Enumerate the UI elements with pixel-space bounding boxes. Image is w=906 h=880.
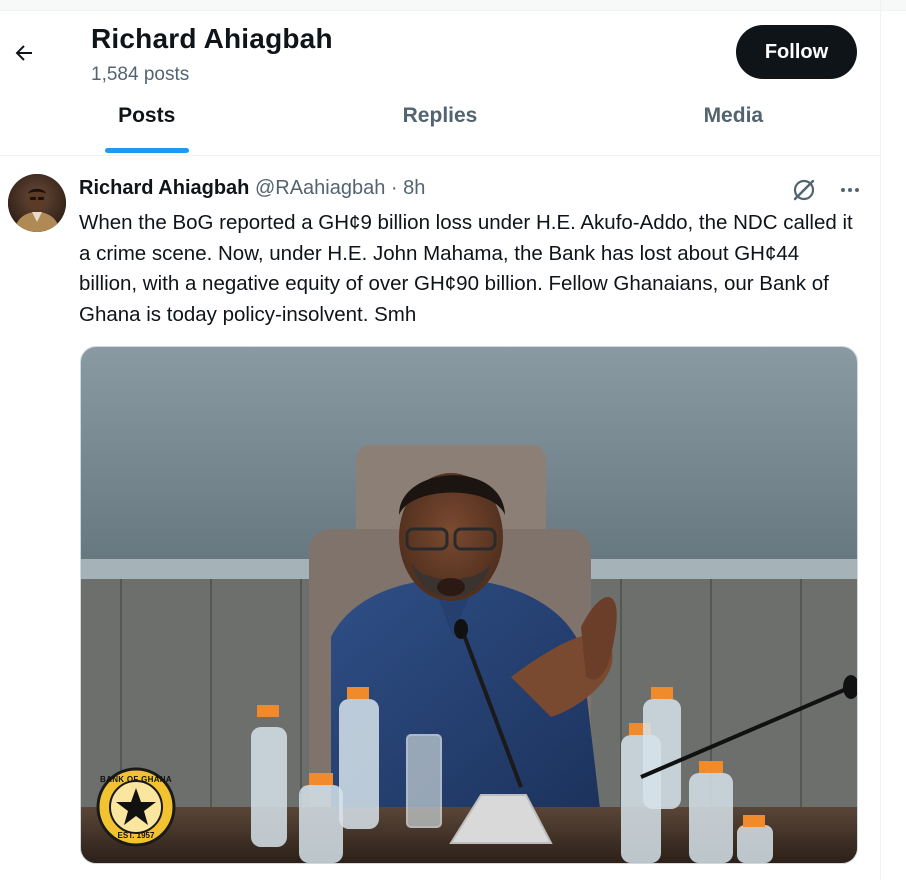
logo-text-top: BANK OF GHANA — [100, 775, 172, 784]
tab-media-label: Media — [703, 104, 764, 127]
author-name[interactable]: Richard Ahiagbah — [79, 177, 249, 199]
grok-button[interactable] — [790, 176, 818, 204]
follow-button[interactable]: Follow — [736, 25, 857, 79]
tab-posts[interactable]: Posts — [0, 91, 293, 155]
avatar-image — [8, 174, 66, 232]
more-icon — [841, 188, 859, 192]
author-handle[interactable]: @RAahiagbah — [255, 177, 385, 199]
post-header: Richard Ahiagbah @RAahiagbah · 8h — [79, 177, 425, 200]
post-time[interactable]: 8h — [403, 177, 425, 199]
post-photo — [81, 347, 857, 863]
post-actions — [790, 176, 864, 204]
meta-separator: · — [390, 177, 398, 199]
tab-replies-label: Replies — [402, 104, 478, 127]
profile-tabs: Posts Replies Media — [0, 91, 880, 155]
more-button[interactable] — [836, 176, 864, 204]
post-count: 1,584 posts — [91, 64, 190, 85]
profile-column: Richard Ahiagbah 1,584 posts Follow Post… — [0, 0, 881, 880]
post-text: When the BoG reported a GH¢9 billion los… — [79, 211, 853, 326]
tab-media[interactable]: Media — [587, 91, 880, 155]
profile-header: Richard Ahiagbah 1,584 posts Follow Post… — [0, 11, 880, 156]
arrow-left-icon — [15, 45, 32, 61]
tab-posts-label: Posts — [118, 104, 176, 127]
post-media[interactable]: BANK OF GHANA EST. 1957 — [80, 346, 858, 864]
post[interactable]: Richard Ahiagbah @RAahiagbah · 8h When t… — [0, 156, 880, 880]
back-button[interactable] — [8, 37, 40, 69]
logo-text-bottom: EST. 1957 — [117, 831, 155, 840]
tab-replies[interactable]: Replies — [293, 91, 586, 155]
page-title: Richard Ahiagbah — [91, 23, 333, 54]
active-tab-indicator — [104, 148, 189, 153]
avatar[interactable] — [8, 174, 66, 232]
grok-icon — [793, 179, 815, 201]
